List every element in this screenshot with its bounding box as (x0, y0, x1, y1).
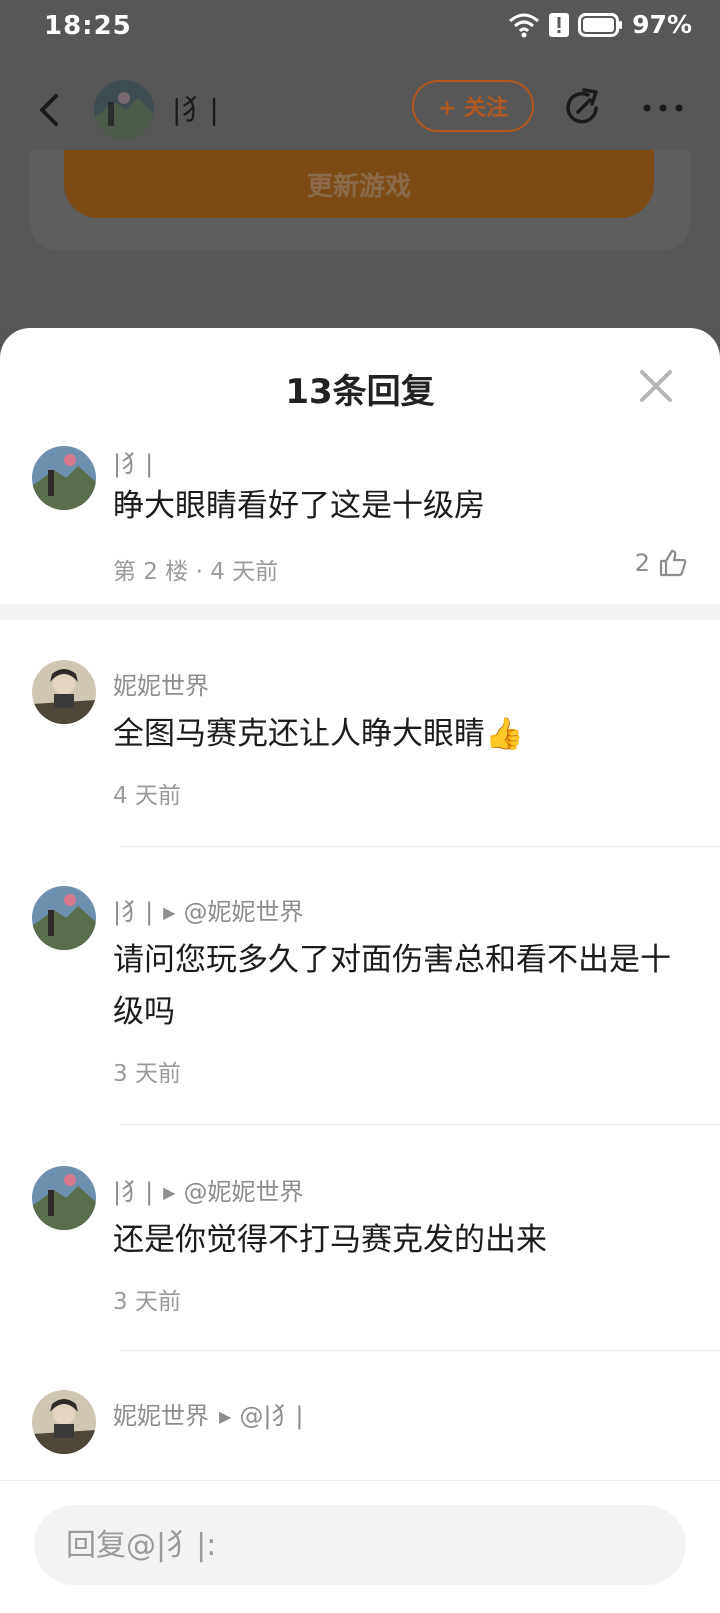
thumbs-up-icon (659, 549, 687, 577)
more-options-icon[interactable] (640, 88, 686, 128)
battery-percent: 97% (632, 10, 692, 39)
reply-time: 3 天前 (113, 1289, 181, 1315)
replies-sheet: 13条回复 |犭| 睁大眼睛看好了这是十级房 第 2 楼 · 4 天前 2 妮妮… (0, 328, 720, 1612)
update-card: 更新游戏 (30, 150, 690, 250)
reply-item: |犭| ▶ @妮妮世界 请问您玩多久了对面伤害总和看不出是十级吗 3 天前 (0, 884, 720, 1124)
avatar[interactable] (32, 1390, 96, 1454)
wifi-icon (509, 13, 540, 37)
alert-icon (549, 12, 570, 37)
reply-to-user[interactable]: @妮妮世界 (183, 1178, 303, 1206)
avatar[interactable] (32, 886, 96, 950)
comment-author[interactable]: |犭| (113, 444, 153, 479)
section-separator (0, 604, 720, 620)
comment-meta: 第 2 楼 · 4 天前 (113, 559, 279, 585)
reply-arrow-icon: ▶ (163, 1183, 176, 1202)
avatar[interactable] (32, 1166, 96, 1230)
reply-time: 3 天前 (113, 1061, 181, 1087)
divider (120, 1350, 720, 1351)
avatar[interactable] (32, 660, 96, 724)
reply-bar (0, 1480, 720, 1613)
reply-author[interactable]: 妮妮世界 (113, 666, 209, 701)
background-page: 18:25 97% |犭| + 关注 更新游戏 (0, 0, 720, 330)
back-arrow-icon[interactable] (32, 88, 68, 132)
share-icon[interactable] (562, 86, 606, 130)
like-button[interactable]: 2 (635, 548, 688, 578)
reply-arrow-icon: ▶ (219, 1407, 232, 1426)
reply-text: 请问您玩多久了对面伤害总和看不出是十级吗 (113, 942, 671, 1030)
avatar[interactable] (32, 446, 96, 510)
status-icons: 97% (508, 10, 692, 39)
status-time: 18:25 (44, 11, 132, 41)
update-game-button[interactable]: 更新游戏 (64, 150, 654, 218)
reply-item: |犭| ▶ @妮妮世界 还是你觉得不打马赛克发的出来 3 天前 (0, 1164, 720, 1354)
reply-arrow-icon: ▶ (163, 903, 176, 922)
status-bar: 18:25 97% (0, 0, 720, 56)
header-username[interactable]: |犭| (172, 88, 219, 128)
comment-text: 睁大眼睛看好了这是十级房 (113, 488, 485, 524)
reply-author[interactable]: |犭| ▶ @妮妮世界 (113, 1172, 303, 1207)
reply-to-user[interactable]: @妮妮世界 (183, 898, 303, 926)
like-count: 2 (634, 549, 650, 577)
follow-button[interactable]: + 关注 (412, 80, 534, 132)
close-icon[interactable] (636, 366, 676, 406)
reply-author[interactable]: 妮妮世界 ▶ @|犭| (113, 1396, 303, 1431)
reply-input[interactable] (34, 1505, 686, 1585)
reply-text: 还是你觉得不打马赛克发的出来 (113, 1222, 547, 1258)
reply-text: 全图马赛克还让人睁大眼睛👍 (113, 716, 524, 752)
battery-icon (578, 12, 623, 37)
divider (120, 1124, 720, 1125)
top-comment: |犭| 睁大眼睛看好了这是十级房 第 2 楼 · 4 天前 2 (0, 444, 720, 614)
reply-author[interactable]: |犭| ▶ @妮妮世界 (113, 892, 303, 927)
reply-author-name[interactable]: 妮妮世界 (113, 672, 209, 700)
reply-author-name[interactable]: |犭| (113, 1178, 153, 1206)
top-bar: |犭| + 关注 (0, 70, 720, 150)
reply-author-name[interactable]: |犭| (113, 898, 153, 926)
reply-time: 4 天前 (113, 783, 181, 809)
reply-item: 妮妮世界 全图马赛克还让人睁大眼睛👍 4 天前 (0, 658, 720, 838)
divider (120, 846, 720, 847)
sheet-title: 13条回复 (285, 372, 435, 412)
reply-author-name[interactable]: 妮妮世界 (113, 1402, 209, 1430)
reply-item: 妮妮世界 ▶ @|犭| (0, 1390, 720, 1480)
user-avatar[interactable] (94, 80, 154, 140)
reply-to-user[interactable]: @|犭| (239, 1402, 303, 1430)
